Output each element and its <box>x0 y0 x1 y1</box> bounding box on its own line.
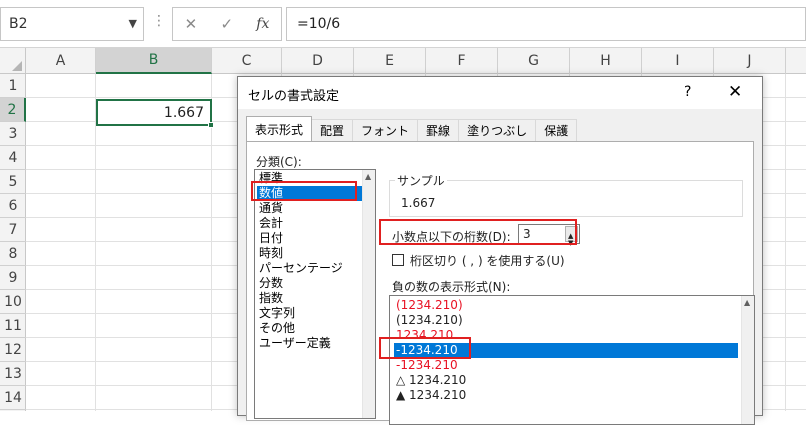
row-header-4[interactable]: 4 <box>0 146 26 170</box>
active-cell-b2[interactable]: 1.667 <box>96 99 214 128</box>
select-all-button[interactable] <box>0 48 26 74</box>
name-box-value: B2 <box>9 16 28 32</box>
tab-fill[interactable]: 塗りつぶし <box>458 119 537 141</box>
row-header-14[interactable]: 14 <box>0 386 26 410</box>
grid-line <box>785 74 786 411</box>
decimal-places-value: 3 <box>523 227 531 241</box>
category-item-fraction[interactable]: 分数 <box>257 276 363 291</box>
more-options-icon[interactable]: ⋮ <box>152 13 166 33</box>
scroll-up-icon[interactable]: ▲ <box>365 172 371 181</box>
negative-format-item[interactable]: (1234.210) <box>394 298 738 313</box>
row-header-12[interactable]: 12 <box>0 338 26 362</box>
dialog-tabs: 表示形式 配置 フォント 罫線 塗りつぶし 保護 <box>246 116 578 141</box>
spin-down-icon[interactable]: ▼ <box>568 234 573 252</box>
decimal-places-input[interactable]: 3 ▲ ▼ <box>518 224 580 247</box>
chevron-down-icon[interactable]: ▼ <box>129 17 137 30</box>
row-header-2[interactable]: 2 <box>0 98 26 122</box>
tab-alignment[interactable]: 配置 <box>311 119 354 141</box>
insert-function-icon[interactable]: fx <box>256 16 269 32</box>
column-header-e[interactable]: E <box>354 48 426 74</box>
enter-icon[interactable]: ✓ <box>220 15 233 33</box>
column-header-c[interactable]: C <box>212 48 282 74</box>
negative-list-scrollbar[interactable]: ▲ <box>741 296 754 424</box>
decimal-places-spinner[interactable]: ▲ ▼ <box>565 226 578 247</box>
negative-format-item[interactable]: 1234.210 <box>394 328 738 343</box>
negative-format-item[interactable]: (1234.210) <box>394 313 738 328</box>
row-header-6[interactable]: 6 <box>0 194 26 218</box>
row-header-5[interactable]: 5 <box>0 170 26 194</box>
formula-input[interactable]: =10/6 <box>286 7 806 41</box>
category-item-general[interactable]: 標準 <box>257 171 363 186</box>
row-header-1[interactable]: 1 <box>0 74 26 98</box>
active-cell-value: 1.667 <box>163 104 204 121</box>
category-item-scientific[interactable]: 指数 <box>257 291 363 306</box>
negative-numbers-label: 負の数の表示形式(N): <box>392 280 511 294</box>
name-box[interactable]: B2 ▼ <box>0 7 144 41</box>
close-icon[interactable]: ✕ <box>728 82 742 102</box>
row-header: 1 2 3 4 5 6 7 8 9 10 11 12 13 14 <box>0 74 26 411</box>
fill-handle[interactable] <box>208 122 214 128</box>
category-item-text[interactable]: 文字列 <box>257 306 363 321</box>
row-header-3[interactable]: 3 <box>0 122 26 146</box>
scroll-up-icon[interactable]: ▲ <box>744 298 750 307</box>
thousands-separator-label[interactable]: 桁区切り ( , ) を使用する(U) <box>410 252 565 269</box>
negative-format-item[interactable]: -1234.210 <box>394 358 738 373</box>
negative-format-item[interactable]: ▲ 1234.210 <box>394 388 738 403</box>
column-header-i[interactable]: I <box>642 48 714 74</box>
category-label: 分類(C): <box>256 155 302 169</box>
decimal-places-label: 小数点以下の桁数(D): <box>392 230 511 244</box>
tab-border[interactable]: 罫線 <box>417 119 460 141</box>
negative-format-item[interactable]: △ 1234.210 <box>394 373 738 388</box>
negative-format-item-selected[interactable]: -1234.210 <box>394 343 738 358</box>
column-header-b[interactable]: B <box>96 48 212 74</box>
category-scrollbar[interactable]: ▲ <box>362 170 375 418</box>
formula-controls: ✕ ✓ fx <box>172 7 282 41</box>
thousands-separator-checkbox[interactable] <box>392 254 404 266</box>
formula-bar: B2 ▼ ⋮ ✕ ✓ fx =10/6 <box>0 0 806 48</box>
dialog-title: セルの書式設定 <box>248 89 340 104</box>
category-item-date[interactable]: 日付 <box>257 231 363 246</box>
category-item-custom[interactable]: ユーザー定義 <box>257 336 363 351</box>
format-cells-dialog: セルの書式設定 ? ✕ 表示形式 配置 フォント 罫線 塗りつぶし 保護 分類(… <box>237 76 763 425</box>
category-item-percentage[interactable]: パーセンテージ <box>257 261 363 276</box>
column-header-j[interactable]: J <box>714 48 786 74</box>
column-header: A B C D E F G H I J <box>0 48 806 74</box>
row-header-9[interactable]: 9 <box>0 266 26 290</box>
row-header-11[interactable]: 11 <box>0 314 26 338</box>
help-icon[interactable]: ? <box>684 84 691 100</box>
column-header-f[interactable]: F <box>426 48 498 74</box>
dialog-titlebar[interactable]: セルの書式設定 ? ✕ <box>238 77 762 109</box>
category-list[interactable]: 標準 数値 通貨 会計 日付 時刻 パーセンテージ 分数 指数 文字列 その他 … <box>254 169 376 419</box>
category-item-accounting[interactable]: 会計 <box>257 216 363 231</box>
category-item-currency[interactable]: 通貨 <box>257 201 363 216</box>
category-item-number[interactable]: 数値 <box>257 186 363 201</box>
tab-font[interactable]: フォント <box>352 119 419 141</box>
sample-label: サンプル <box>395 172 447 189</box>
column-header-a[interactable]: A <box>26 48 96 74</box>
cancel-icon[interactable]: ✕ <box>185 15 198 33</box>
column-header-h[interactable]: H <box>570 48 642 74</box>
row-header-10[interactable]: 10 <box>0 290 26 314</box>
tab-number[interactable]: 表示形式 <box>246 116 313 141</box>
column-header-g[interactable]: G <box>498 48 570 74</box>
row-header-8[interactable]: 8 <box>0 242 26 266</box>
tab-protection[interactable]: 保護 <box>535 119 578 141</box>
category-item-time[interactable]: 時刻 <box>257 246 363 261</box>
number-tab-panel: 分類(C): 標準 数値 通貨 会計 日付 時刻 パーセンテージ 分数 指数 文… <box>246 141 755 425</box>
column-header-d[interactable]: D <box>282 48 354 74</box>
sample-value: 1.667 <box>401 196 436 210</box>
category-item-special[interactable]: その他 <box>257 321 363 336</box>
row-header-13[interactable]: 13 <box>0 362 26 386</box>
row-header-7[interactable]: 7 <box>0 218 26 242</box>
negative-numbers-list[interactable]: (1234.210) (1234.210) 1234.210 -1234.210… <box>389 295 755 425</box>
